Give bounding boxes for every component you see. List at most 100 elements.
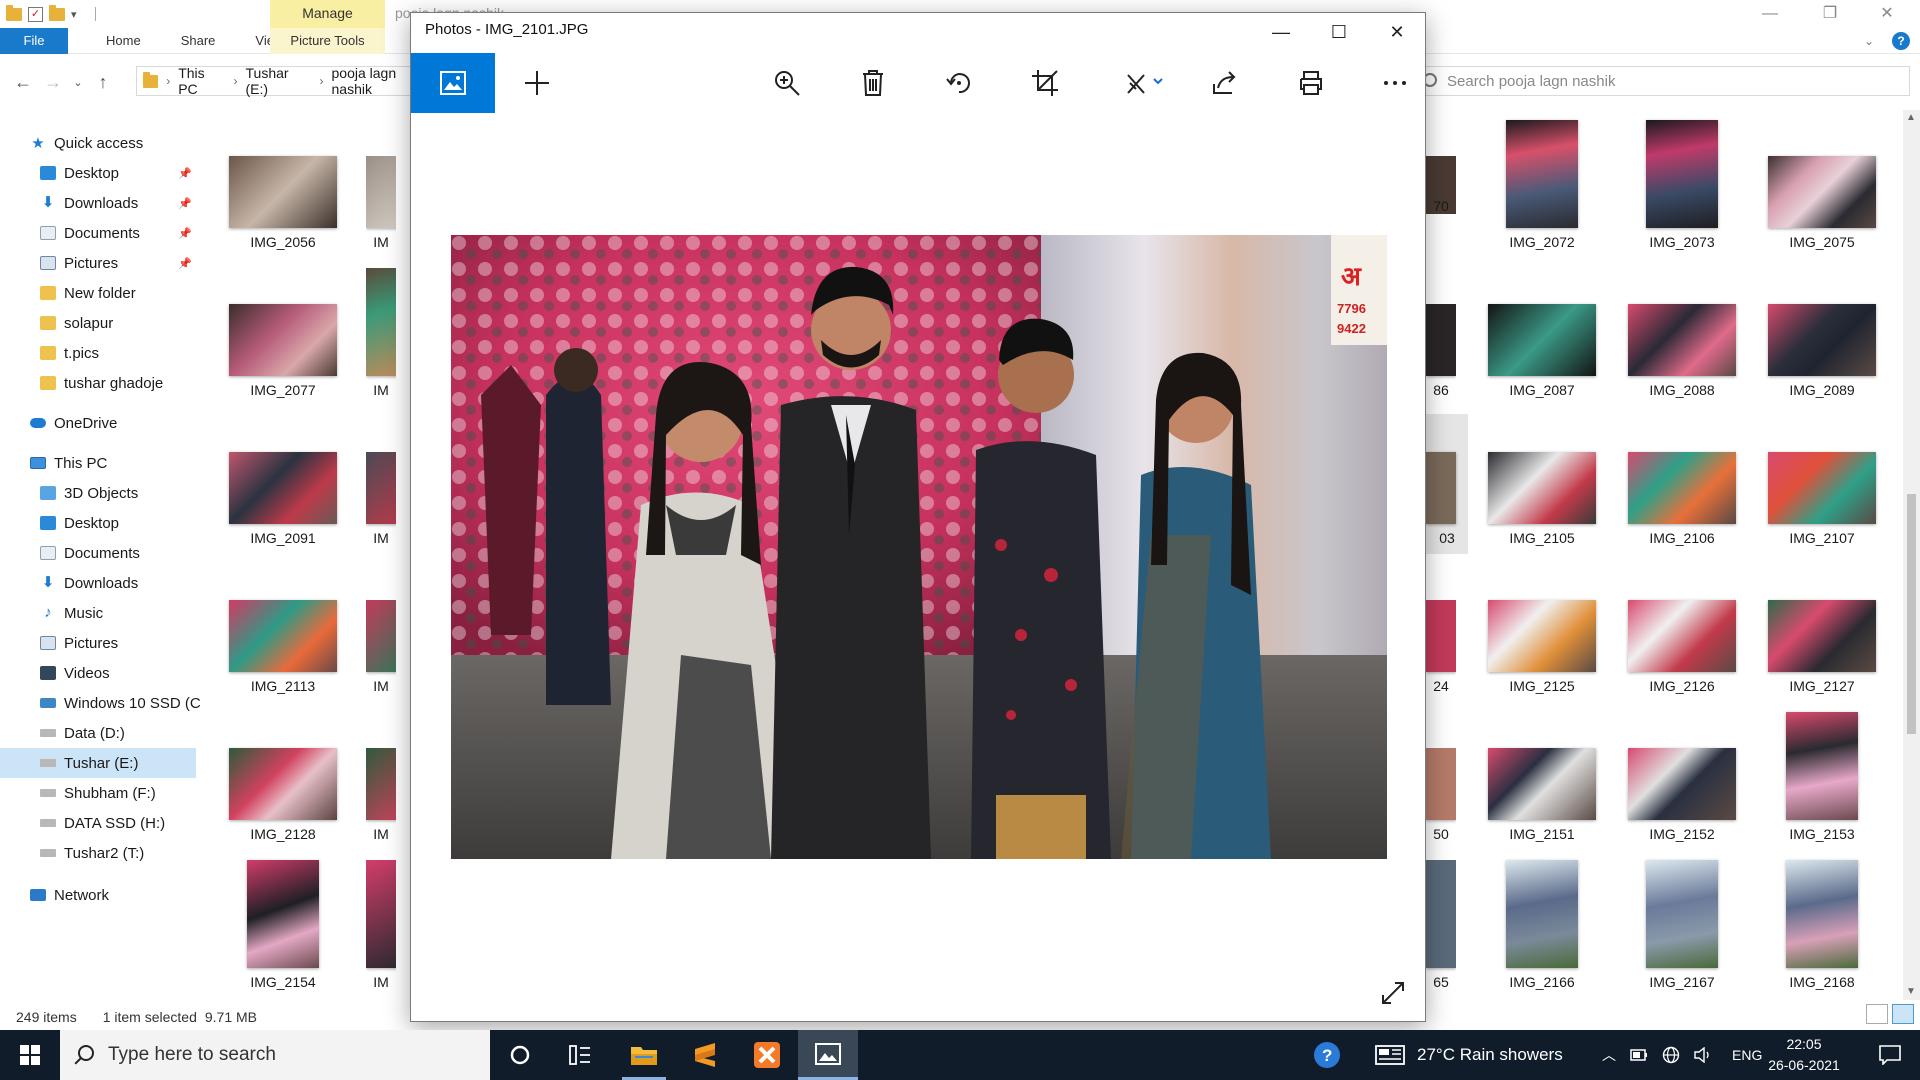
address-box[interactable]: › This PC › Tushar (E:) › pooja lagn nas…	[136, 65, 436, 97]
file-item[interactable]: IMG_2073	[1612, 120, 1752, 250]
nav-drive-e[interactable]: Tushar (E:)	[0, 748, 196, 778]
file-item[interactable]: 86	[1426, 304, 1456, 398]
tab-home[interactable]: Home	[86, 28, 161, 54]
nav-videos[interactable]: Videos	[40, 658, 110, 688]
rotate-button[interactable]	[929, 53, 989, 113]
task-view-button[interactable]	[550, 1030, 610, 1080]
nav-3d-objects[interactable]: 3D Objects	[40, 478, 138, 508]
nav-pc-documents[interactable]: Documents	[40, 538, 140, 568]
breadcrumb-drive[interactable]: Tushar (E:)	[246, 65, 312, 97]
file-item[interactable]: IMG_2167	[1612, 860, 1752, 990]
up-button[interactable]: ↑	[88, 72, 118, 93]
help-icon[interactable]: ?	[1892, 32, 1910, 50]
file-item[interactable]: IMG_2087	[1472, 304, 1612, 398]
file-item[interactable]: IMG_2154	[213, 860, 353, 990]
large-icons-view-icon[interactable]	[1892, 1004, 1914, 1024]
file-item[interactable]: 50	[1426, 748, 1456, 842]
restore-button[interactable]: ❐	[1805, 0, 1855, 28]
file-item[interactable]: IMG_2075	[1752, 156, 1892, 250]
close-button[interactable]: ✕	[1862, 0, 1912, 28]
customize-toolbar-icon[interactable]: ▾	[71, 8, 77, 21]
file-item[interactable]: IMG_2151	[1472, 748, 1612, 842]
breadcrumb-this-pc[interactable]: This PC	[178, 65, 225, 97]
recent-locations-icon[interactable]: ⌄	[68, 76, 88, 89]
taskbar-search-box[interactable]: Type here to search	[60, 1030, 490, 1080]
show-hidden-icons-icon[interactable]: ︿	[1602, 1045, 1616, 1065]
new-folder-icon[interactable]	[49, 4, 65, 21]
file-item[interactable]: IMG_2126	[1612, 600, 1752, 694]
file-item[interactable]: IMG_2106	[1612, 452, 1752, 546]
nav-drive-c[interactable]: Windows 10 SSD (C	[40, 688, 201, 718]
vertical-scrollbar[interactable]: ▲ ▼	[1903, 110, 1920, 1000]
start-button[interactable]	[0, 1030, 60, 1080]
crop-button[interactable]	[1015, 53, 1075, 113]
scroll-thumb[interactable]	[1907, 494, 1916, 734]
nav-t-pics[interactable]: t.pics	[40, 338, 99, 368]
nav-onedrive[interactable]: OneDrive	[30, 408, 117, 438]
photos-close-button[interactable]: ✕	[1369, 13, 1425, 51]
file-item[interactable]: IMG_2105	[1472, 452, 1612, 546]
file-item[interactable]: IMG_2088	[1612, 304, 1752, 398]
file-item[interactable]: IMG_2072	[1472, 120, 1612, 250]
nav-solapur[interactable]: solapur	[40, 308, 113, 338]
file-item[interactable]: 65	[1426, 860, 1456, 990]
file-item[interactable]: IMG_2168	[1752, 860, 1892, 990]
photos-minimize-button[interactable]: —	[1253, 13, 1309, 51]
file-item[interactable]: IMG_2127	[1752, 600, 1892, 694]
more-options-button[interactable]	[1365, 53, 1425, 113]
weather-widget[interactable]: ? 27°C Rain showers	[1313, 1041, 1563, 1069]
file-item[interactable]: IMG_2125	[1472, 600, 1612, 694]
nav-quick-access[interactable]: ★ Quick access	[30, 128, 143, 158]
photos-maximize-button[interactable]: ☐	[1311, 13, 1367, 51]
taskbar-xampp[interactable]	[737, 1030, 797, 1080]
notifications-button[interactable]	[1860, 1030, 1920, 1080]
clock[interactable]: 22:05 26-06-2021	[1754, 1034, 1854, 1076]
photo-viewer-image[interactable]: अ 7796 9422	[451, 235, 1387, 859]
file-item[interactable]: IMG_2166	[1472, 860, 1612, 990]
nav-drive-d[interactable]: Data (D:)	[40, 718, 125, 748]
manage-tab[interactable]: Manage	[270, 0, 385, 28]
file-item[interactable]: IMG_2152	[1612, 748, 1752, 842]
file-item[interactable]: IMG_2091	[213, 452, 353, 546]
minimize-button[interactable]: —	[1745, 0, 1795, 28]
scroll-up-icon[interactable]: ▲	[1906, 112, 1916, 123]
nav-network[interactable]: Network	[30, 880, 109, 910]
file-item[interactable]: IM	[366, 600, 396, 694]
file-item[interactable]: IMG_2153	[1752, 712, 1892, 842]
search-input[interactable]: Search pooja lagn nashik	[1410, 66, 1910, 96]
nav-music[interactable]: ♪ Music	[40, 598, 103, 628]
file-item[interactable]: IM	[366, 156, 396, 250]
network-globe-icon[interactable]	[1662, 1046, 1680, 1064]
file-item[interactable]: IMG_2077	[213, 304, 353, 398]
taskbar-file-explorer[interactable]	[614, 1030, 674, 1080]
battery-icon[interactable]	[1630, 1049, 1648, 1061]
nav-desktop[interactable]: Desktop 📌	[40, 158, 192, 188]
tab-share[interactable]: Share	[161, 28, 236, 54]
delete-button[interactable]	[843, 53, 903, 113]
nav-pc-downloads[interactable]: ⬇ Downloads	[40, 568, 139, 598]
file-item[interactable]: IM	[366, 748, 396, 842]
file-item[interactable]: IM	[366, 860, 396, 990]
file-item[interactable]: 70	[1426, 156, 1456, 214]
edit-create-button[interactable]	[1109, 53, 1179, 113]
full-screen-button[interactable]	[1381, 981, 1405, 1009]
forward-button[interactable]: →	[38, 72, 68, 93]
nav-documents[interactable]: Documents 📌	[40, 218, 192, 248]
nav-pc-desktop[interactable]: Desktop	[40, 508, 119, 538]
nav-pictures[interactable]: Pictures 📌	[40, 248, 192, 278]
scroll-down-icon[interactable]: ▼	[1906, 986, 1916, 997]
file-item[interactable]: IM	[366, 452, 396, 546]
volume-icon[interactable]	[1694, 1047, 1712, 1063]
back-button[interactable]: ←	[8, 72, 38, 93]
add-button[interactable]	[507, 53, 567, 113]
nav-drive-h[interactable]: DATA SSD (H:)	[40, 808, 165, 838]
file-item[interactable]: IM	[366, 268, 396, 398]
share-button[interactable]	[1195, 53, 1255, 113]
nav-this-pc[interactable]: This PC	[30, 448, 107, 478]
file-item[interactable]: IMG_2089	[1752, 304, 1892, 398]
expand-ribbon-icon[interactable]: ⌄	[1864, 34, 1874, 48]
nav-drive-t[interactable]: Tushar2 (T:)	[40, 838, 144, 868]
zoom-button[interactable]	[757, 53, 817, 113]
tab-file[interactable]: File	[0, 27, 68, 54]
nav-new-folder[interactable]: New folder	[40, 278, 136, 308]
